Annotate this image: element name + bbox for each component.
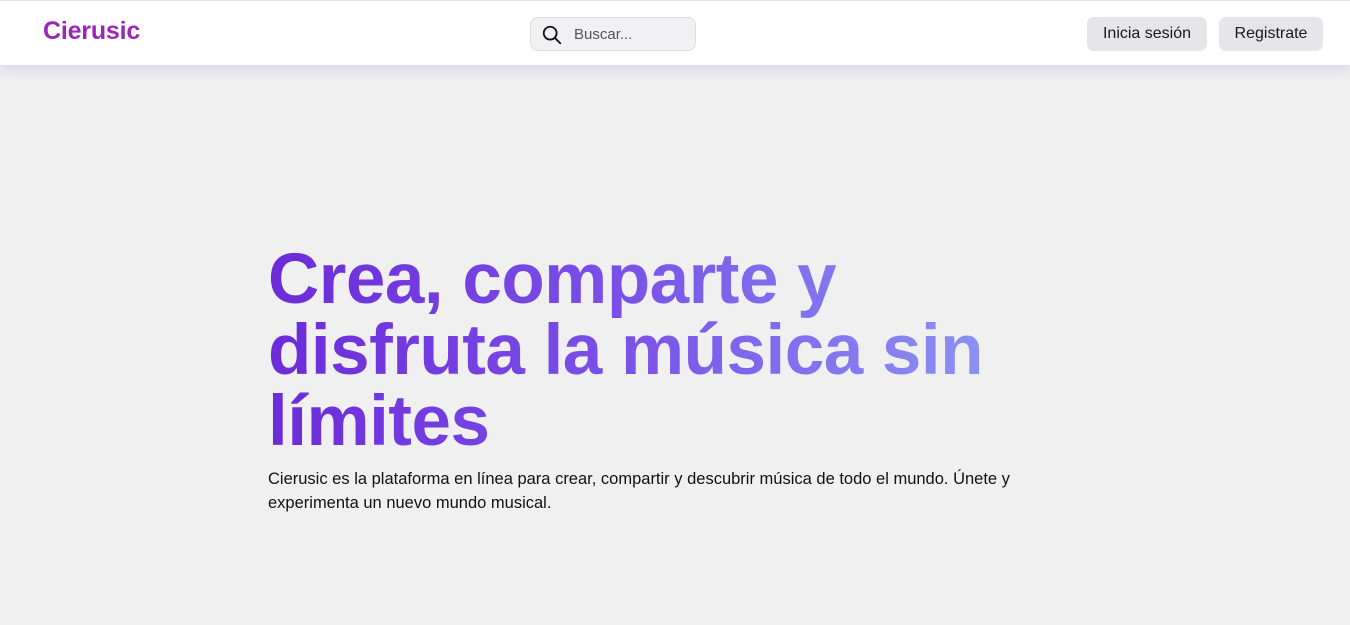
hero-title: Crea, comparte y disfruta la música sin … xyxy=(268,244,1068,457)
login-button[interactable]: Inicia sesión xyxy=(1087,17,1207,51)
register-button[interactable]: Registrate xyxy=(1219,17,1323,51)
top-navbar: Cierusic Inicia sesión Registrate xyxy=(0,0,1350,65)
brand-logo[interactable]: Cierusic xyxy=(43,17,140,46)
search-icon xyxy=(542,25,562,45)
search-box[interactable] xyxy=(530,17,696,51)
search-input[interactable] xyxy=(574,18,692,50)
hero-subtitle: Cierusic es la plataforma en línea para … xyxy=(268,470,1010,512)
